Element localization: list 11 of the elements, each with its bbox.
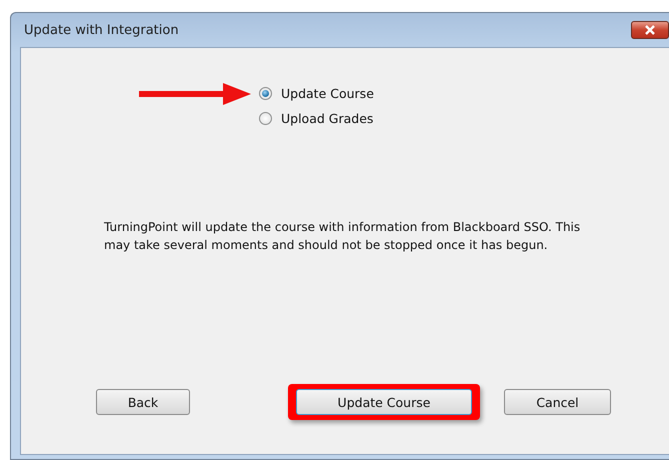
window-title: Update with Integration xyxy=(24,22,179,38)
dialog-button[interactable]: Cancel xyxy=(504,389,611,415)
dialog-button[interactable]: Back xyxy=(96,389,190,415)
close-icon xyxy=(644,25,656,35)
radio-option[interactable]: Update Course xyxy=(259,86,374,101)
radio-button[interactable] xyxy=(259,112,272,125)
radio-option[interactable]: Upload Grades xyxy=(259,111,374,126)
radio-button[interactable] xyxy=(259,87,272,100)
dialog-button[interactable]: Update Course xyxy=(296,389,472,415)
info-message: TurningPoint will update the course with information from Blackboard SSO. This may take several moments and should not be stopped once it has begun. xyxy=(104,219,582,254)
close-button[interactable] xyxy=(631,21,669,39)
